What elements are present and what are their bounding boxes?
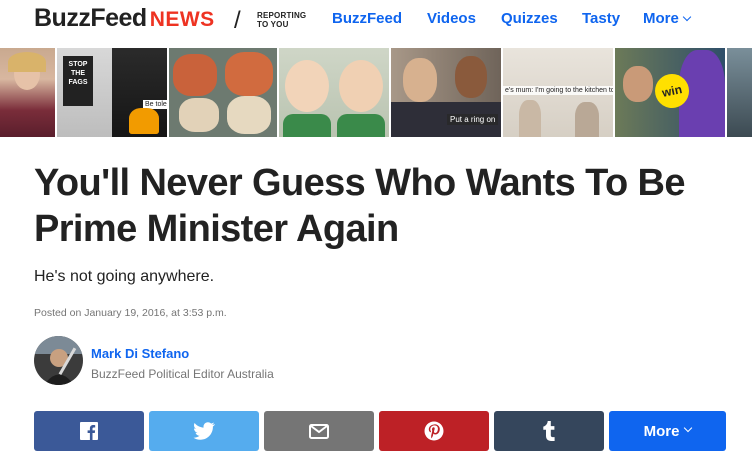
trending-thumb-5[interactable]: Put a ring on	[391, 48, 501, 137]
chevron-down-icon	[682, 12, 692, 22]
twitter-icon	[193, 422, 215, 440]
tagline-line-2: TO YOU	[257, 20, 289, 29]
trending-image-strip: STOP THE FAGS Be tolerant Put a ring on …	[0, 48, 752, 137]
food-item-3	[179, 98, 219, 132]
share-pinterest-button[interactable]	[379, 411, 489, 451]
person-shape-2	[575, 102, 599, 137]
baby-face-1	[285, 60, 329, 112]
person-face	[623, 66, 653, 102]
chevron-down-icon	[684, 423, 693, 433]
toucan-beak	[129, 108, 159, 134]
posted-timestamp: Posted on January 19, 2016, at 3:53 p.m.	[34, 307, 227, 319]
article-dek: He's not going anywhere.	[34, 268, 215, 285]
avatar[interactable]	[34, 336, 83, 385]
buzzfeed-news-logo[interactable]: BuzzFeed NEWS	[34, 4, 215, 33]
tumblr-icon	[543, 421, 555, 441]
hair-shape	[8, 52, 46, 72]
logo-slash: /	[234, 7, 241, 34]
food-item-4	[227, 96, 271, 134]
sign-board: STOP THE FAGS	[63, 56, 93, 106]
share-more-button[interactable]: More	[609, 411, 726, 451]
nav-videos[interactable]: Videos	[427, 10, 476, 27]
nav-tasty[interactable]: Tasty	[582, 10, 620, 27]
trending-thumb-7[interactable]: win	[615, 48, 725, 137]
food-item-1	[173, 54, 217, 96]
tagline: REPORTING TO YOU	[257, 11, 306, 29]
site-header: BuzzFeed NEWS / REPORTING TO YOU BuzzFee…	[0, 0, 752, 42]
share-twitter-button[interactable]	[149, 411, 259, 451]
baby-shirt-1	[283, 114, 331, 137]
logo-news-text: NEWS	[149, 8, 215, 31]
nav-quizzes[interactable]: Quizzes	[501, 10, 558, 27]
nav-buzzfeed[interactable]: BuzzFeed	[332, 10, 402, 27]
trending-thumb-4[interactable]	[279, 48, 389, 137]
trending-thumb-3[interactable]	[169, 48, 277, 137]
ring-caption: Put a ring on	[447, 114, 499, 125]
trending-thumb-6[interactable]: e's mum: I'm going to the kitchen to c	[503, 48, 613, 137]
share-tumblr-button[interactable]	[494, 411, 604, 451]
kitchen-caption: e's mum: I'm going to the kitchen to c	[503, 86, 613, 95]
baby-shirt-2	[337, 114, 385, 137]
person-shape-1	[519, 100, 541, 137]
author-name-link[interactable]: Mark Di Stefano	[91, 346, 189, 361]
facebook-icon	[80, 422, 98, 440]
trending-thumb-8[interactable]	[727, 48, 752, 137]
logo-buzzfeed-text: BuzzFeed	[34, 4, 147, 32]
share-facebook-button[interactable]	[34, 411, 144, 451]
author-byline: Mark Di Stefano BuzzFeed Political Edito…	[34, 336, 274, 385]
share-email-button[interactable]	[264, 411, 374, 451]
person-face-2	[455, 56, 487, 98]
nav-more-label: More	[643, 10, 679, 27]
nav-more[interactable]: More	[643, 10, 692, 27]
article-title: You'll Never Guess Who Wants To Be Prime…	[34, 162, 686, 250]
sign-text: STOP THE FAGS	[68, 61, 88, 86]
food-item-2	[225, 52, 273, 96]
tagline-line-1: REPORTING	[257, 11, 307, 20]
person-face-1	[403, 58, 437, 102]
trending-thumb-1[interactable]	[0, 48, 55, 137]
mail-icon	[309, 423, 329, 439]
trending-thumb-2[interactable]: STOP THE FAGS Be tolerant	[57, 48, 167, 137]
author-role: BuzzFeed Political Editor Australia	[91, 367, 274, 381]
baby-face-2	[339, 60, 383, 112]
avatar-image	[34, 336, 83, 385]
share-more-label: More	[643, 422, 680, 440]
pinterest-icon	[424, 421, 444, 441]
share-bar: More	[34, 411, 726, 451]
